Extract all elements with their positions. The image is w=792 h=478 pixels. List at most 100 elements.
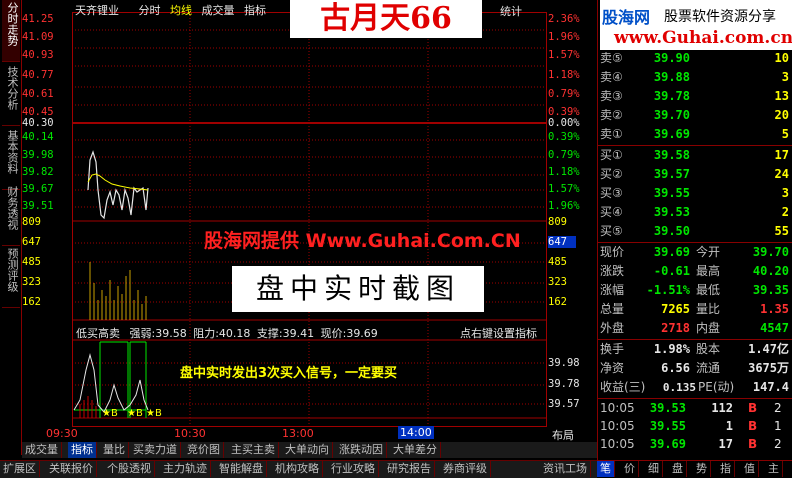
- pct-tick-label: 1.96%: [548, 31, 580, 43]
- tab-broker-rating[interactable]: 券商评级: [440, 461, 491, 477]
- tab-auction[interactable]: 竞价图: [184, 442, 224, 458]
- pct-tick-label: 1.57%: [548, 183, 580, 195]
- indicator-strength: 强弱:39.58: [129, 327, 187, 340]
- price-tick-label: 40.93: [22, 49, 54, 61]
- tab-main-force[interactable]: 主力轨迹: [160, 461, 211, 477]
- buy-row-5: 买⑤ 39.50 55: [600, 224, 789, 238]
- price-tick-label: 40.30: [22, 117, 54, 129]
- tab-big-order-diff[interactable]: 大单差分: [390, 442, 441, 458]
- pct-tick-label: 0.79%: [548, 88, 580, 100]
- pct-tick-label: 2.36%: [548, 13, 580, 25]
- pct-tick-label: 0.79%: [548, 149, 580, 161]
- volume-tick-label: 809: [22, 216, 41, 228]
- price-tick-label: 40.77: [22, 69, 54, 81]
- indicator-resistance: 阻力:40.18: [193, 327, 251, 340]
- tab-indicator[interactable]: 指标: [68, 442, 97, 458]
- tab-institution[interactable]: 机构攻略: [272, 461, 323, 477]
- bottom-tab-bar: 扩展区 关联报价 个股透视 主力轨迹 智能解盘 机构攻略 行业攻略 研究报告 券…: [0, 460, 597, 478]
- volume-tick-label: 162: [548, 296, 567, 308]
- buy-signal-mark: ★B: [127, 408, 143, 419]
- buy-signal-mark: ★B: [146, 408, 162, 419]
- toolbar-volume[interactable]: 成交量: [202, 4, 235, 17]
- tab-ticks[interactable]: 笔: [597, 461, 615, 477]
- sell-row-5: 卖⑤ 39.90 10: [600, 51, 789, 65]
- sell-row-2: 卖② 39.70 20: [600, 108, 789, 122]
- pct-tick-label: 0.00%: [548, 117, 580, 129]
- tab-research[interactable]: 研究报告: [384, 461, 435, 477]
- tab-smart-analysis[interactable]: 智能解盘: [216, 461, 267, 477]
- tab-main[interactable]: 主: [765, 461, 783, 477]
- info-workshop[interactable]: 资讯工场: [540, 461, 591, 477]
- toolbar-indicator[interactable]: 指标: [244, 4, 266, 17]
- time-cursor-label: 14:00: [398, 426, 434, 439]
- right-tab-bar: 笔 价 细 盘 势 指 值 主: [597, 460, 792, 478]
- price-tick-label: 39.51: [22, 200, 54, 212]
- stat-row: 换手 1.98% 股本 1.47亿: [600, 342, 789, 356]
- buy-row-4: 买④ 39.53 2: [600, 205, 789, 219]
- tab-main-buy-sell[interactable]: 主买主卖: [228, 442, 279, 458]
- buy-row-1: 买① 39.58 17: [600, 148, 789, 162]
- tab-volume-ratio[interactable]: 量比: [100, 442, 129, 458]
- quote-row: 现价 39.69 今开 39.70: [600, 245, 789, 259]
- indicator-settings-hint[interactable]: 点右键设置指标: [460, 325, 537, 341]
- pct-tick-label: 1.96%: [548, 200, 580, 212]
- volume-tick-label: 323: [22, 276, 41, 288]
- sell-row-3: 卖③ 39.78 13: [600, 89, 789, 103]
- indicator-tick-label: 39.98: [548, 357, 580, 369]
- quote-row: 总量 7265 量比 1.35: [600, 302, 789, 316]
- price-tick-label: 40.14: [22, 131, 54, 143]
- tab-book[interactable]: 盘: [669, 461, 687, 477]
- tab-index[interactable]: 指: [717, 461, 735, 477]
- tab-stock-insight[interactable]: 个股透视: [104, 461, 155, 477]
- tab-industry[interactable]: 行业攻略: [328, 461, 379, 477]
- sell-row-4: 卖④ 39.88 3: [600, 70, 789, 84]
- watermark-title: 古月天66: [290, 0, 482, 38]
- price-tick-label: 40.61: [22, 88, 54, 100]
- tick-row: 10:05 39.69 17 B 2: [600, 437, 782, 451]
- signal-text: 盘中实时发出3次买入信号，一定要买: [180, 366, 398, 381]
- time-label: 13:00: [282, 427, 314, 440]
- sell-row-1: 卖① 39.69 5: [600, 127, 789, 141]
- tab-trend[interactable]: 势: [693, 461, 711, 477]
- buy-signal-mark: ★B: [102, 408, 118, 419]
- tab-related-quote[interactable]: 关联报价: [46, 461, 97, 477]
- layout-button[interactable]: 布局: [552, 427, 574, 443]
- tab-change-cause[interactable]: 涨跌动因: [336, 442, 387, 458]
- tab-extension[interactable]: 扩展区: [0, 461, 40, 477]
- indicator-header: 低买高卖 强弱:39.58 阻力:40.18 支撑:39.41 现价:39.69: [76, 325, 378, 341]
- tab-big-order[interactable]: 大单动向: [282, 442, 333, 458]
- stats-button[interactable]: 统计: [500, 3, 522, 19]
- tab-price[interactable]: 价: [621, 461, 639, 477]
- signal-marks: ★B ★B ★B: [102, 408, 162, 419]
- quote-row: 涨跌 -0.61 最高 40.20: [600, 264, 789, 278]
- tab-value[interactable]: 值: [741, 461, 759, 477]
- banner-provided: 股海网提供 Www.Guhai.Com.CN: [204, 230, 521, 252]
- volume-tick-label: 485: [548, 256, 567, 268]
- time-label: 10:30: [174, 427, 206, 440]
- price-tick-label: 41.25: [22, 13, 54, 25]
- indicator-tick-label: 39.78: [548, 378, 580, 390]
- chart-tab-bar: 成交量 指标 量比 买卖力道 竞价图 主买主卖 大单动向 涨跌动因 大单差分: [22, 442, 597, 458]
- time-label: 09:30: [46, 427, 78, 440]
- chart-toolbar: 天齐锂业 分时 均线 成交量 指标: [75, 2, 272, 18]
- volume-tick-label: 485: [22, 256, 41, 268]
- stat-row: 收益(三) 0.135 PE(动) 147.4: [600, 380, 789, 394]
- buy-row-2: 买② 39.57 24: [600, 167, 789, 181]
- tab-detail[interactable]: 细: [645, 461, 663, 477]
- indicator-current: 现价:39.69: [320, 327, 378, 340]
- indicator-support: 支撑:39.41: [256, 327, 315, 340]
- toolbar-average[interactable]: 均线: [170, 4, 192, 17]
- volume-marker: 647: [548, 236, 576, 248]
- indicator-name: 低买高卖: [76, 327, 120, 340]
- volume-tick-label: 323: [548, 276, 567, 288]
- tab-volume[interactable]: 成交量: [22, 442, 62, 458]
- price-tick-label: 39.98: [22, 149, 54, 161]
- stat-row: 净资 6.56 流通 3675万: [600, 361, 789, 375]
- stock-name: 天齐锂业: [75, 4, 119, 17]
- tab-buy-sell-power[interactable]: 买卖力道: [130, 442, 181, 458]
- toolbar-intraday[interactable]: 分时: [139, 4, 161, 17]
- quote-panel: 卖⑤ 39.90 10 卖④ 39.88 3 卖③ 39.78 13 卖② 39.70 20 卖…: [597, 0, 792, 460]
- pct-tick-label: 1.57%: [548, 49, 580, 61]
- volume-tick-label: 647: [22, 236, 41, 248]
- quote-row: 外盘 2718 内盘 4547: [600, 321, 789, 335]
